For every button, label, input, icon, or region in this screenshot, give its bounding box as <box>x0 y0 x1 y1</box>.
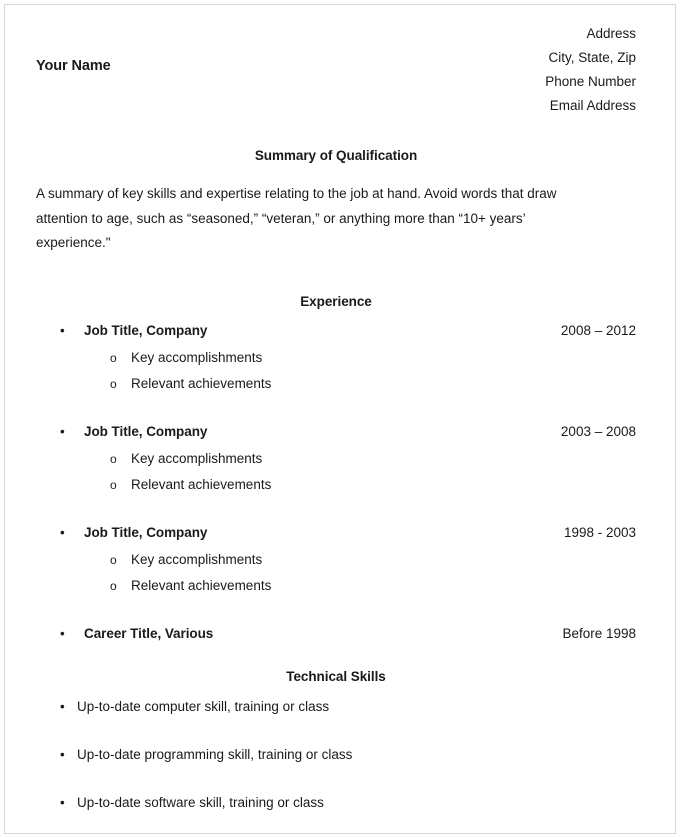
career-entry: • Career Title, Various Before 1998 <box>36 623 636 644</box>
job-bullet-text: Key accomplishments <box>131 450 263 466</box>
skill-item: • Up-to-date software skill, training or… <box>36 792 636 813</box>
job-bullet: o Key accomplishments <box>36 447 636 471</box>
disc-bullet-icon: • <box>60 746 65 762</box>
contact-block: Address City, State, Zip Phone Number Em… <box>545 22 636 118</box>
skill-item: • Up-to-date programming skill, training… <box>36 744 636 765</box>
circle-bullet-icon: o <box>110 578 117 593</box>
job-bullet: o Relevant achievements <box>36 473 636 497</box>
skill-item: • Up-to-date computer skill, training or… <box>36 696 636 717</box>
contact-phone: Phone Number <box>545 74 636 89</box>
career-title: Career Title, Various <box>84 625 214 641</box>
skill-text: Up-to-date computer skill, training or c… <box>77 698 330 714</box>
job-bullet: o Relevant achievements <box>36 574 636 598</box>
job-bullet-text: Key accomplishments <box>131 551 263 567</box>
resume-header: Your Name Address City, State, Zip Phone… <box>36 0 636 113</box>
contact-city-state-zip: City, State, Zip <box>548 50 636 65</box>
experience-entry: • Job Title, Company 1998 - 2003 o Key a… <box>36 522 636 598</box>
disc-bullet-icon: • <box>60 698 65 714</box>
disc-bullet-icon: • <box>60 625 65 641</box>
job-dates: 2008 – 2012 <box>560 322 636 338</box>
job-title: Job Title, Company <box>84 423 208 439</box>
skill-text: Up-to-date software skill, training or c… <box>77 794 324 810</box>
experience-list: • Job Title, Company 2008 – 2012 o Key a… <box>36 320 636 644</box>
disc-bullet-icon: • <box>60 423 65 439</box>
contact-address: Address <box>586 26 636 41</box>
job-bullet: o Key accomplishments <box>36 346 636 370</box>
resume-content: Your Name Address City, State, Zip Phone… <box>0 0 680 813</box>
job-title: Job Title, Company <box>84 524 208 540</box>
experience-entry-header: • Job Title, Company 2003 – 2008 <box>36 421 636 442</box>
job-bullet: o Relevant achievements <box>36 372 636 396</box>
circle-bullet-icon: o <box>110 451 117 466</box>
resume-page: Your Name Address City, State, Zip Phone… <box>0 0 680 838</box>
summary-heading: Summary of Qualification <box>254 148 418 163</box>
candidate-name: Your Name <box>36 58 111 74</box>
summary-paragraph: A summary of key skills and expertise re… <box>36 186 557 250</box>
technical-skills-list: • Up-to-date computer skill, training or… <box>36 696 636 813</box>
circle-bullet-icon: o <box>110 350 117 365</box>
job-bullet-list: o Key accomplishments o Relevant achieve… <box>36 346 636 396</box>
job-bullet: o Key accomplishments <box>36 548 636 572</box>
experience-entry: • Job Title, Company 2008 – 2012 o Key a… <box>36 320 636 396</box>
job-bullet-list: o Key accomplishments o Relevant achieve… <box>36 447 636 497</box>
experience-heading: Experience <box>300 293 372 309</box>
experience-entry-header: • Job Title, Company 1998 - 2003 <box>36 522 636 543</box>
circle-bullet-icon: o <box>110 376 117 391</box>
job-bullet-text: Relevant achievements <box>131 375 272 391</box>
job-bullet-text: Relevant achievements <box>131 476 272 492</box>
experience-entry: • Job Title, Company 2003 – 2008 o Key a… <box>36 421 636 497</box>
skill-text: Up-to-date programming skill, training o… <box>77 746 353 762</box>
job-bullet-text: Key accomplishments <box>131 349 263 365</box>
disc-bullet-icon: • <box>60 794 65 810</box>
job-dates: 1998 - 2003 <box>563 524 636 540</box>
career-dates: Before 1998 <box>562 625 636 641</box>
technical-skills-heading: Technical Skills <box>286 668 386 684</box>
circle-bullet-icon: o <box>110 552 117 567</box>
job-bullet-list: o Key accomplishments o Relevant achieve… <box>36 548 636 598</box>
job-title: Job Title, Company <box>84 322 208 338</box>
disc-bullet-icon: • <box>60 524 65 540</box>
disc-bullet-icon: • <box>60 322 65 338</box>
job-bullet-text: Relevant achievements <box>131 577 272 593</box>
contact-email: Email Address <box>549 98 636 113</box>
experience-entry-header: • Job Title, Company 2008 – 2012 <box>36 320 636 341</box>
job-dates: 2003 – 2008 <box>560 423 636 439</box>
circle-bullet-icon: o <box>110 477 117 492</box>
